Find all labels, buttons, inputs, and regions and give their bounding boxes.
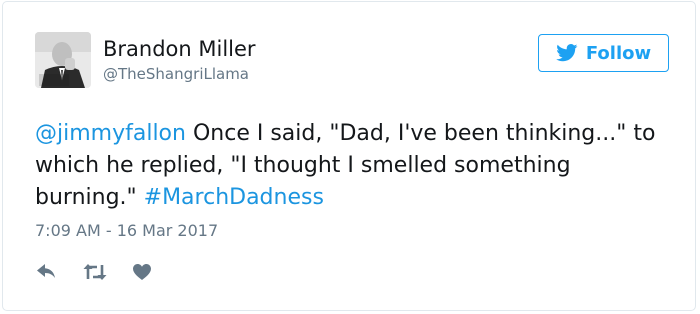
like-icon[interactable] <box>131 260 153 284</box>
twitter-bird-icon <box>556 44 578 62</box>
tweet-text: @jimmyfallon Once I said, "Dad, I've bee… <box>35 118 675 214</box>
avatar[interactable] <box>35 32 91 88</box>
reply-icon[interactable] <box>35 260 59 284</box>
follow-label: Follow <box>585 42 652 64</box>
author-handle[interactable]: @TheShangriLlama <box>103 64 256 84</box>
tweet-timestamp[interactable]: 7:09 AM - 16 Mar 2017 <box>35 221 218 240</box>
hashtag-link[interactable]: #MarchDadness <box>144 185 324 210</box>
author-block: Brandon Miller @TheShangriLlama <box>103 36 256 84</box>
author-name[interactable]: Brandon Miller <box>103 36 256 62</box>
avatar-image <box>35 32 91 88</box>
retweet-icon[interactable] <box>81 260 109 284</box>
mention-link[interactable]: @jimmyfallon <box>35 121 186 146</box>
tweet-card: Brandon Miller @TheShangriLlama Follow @… <box>2 1 696 311</box>
action-bar <box>35 260 153 284</box>
follow-button[interactable]: Follow <box>538 34 669 72</box>
